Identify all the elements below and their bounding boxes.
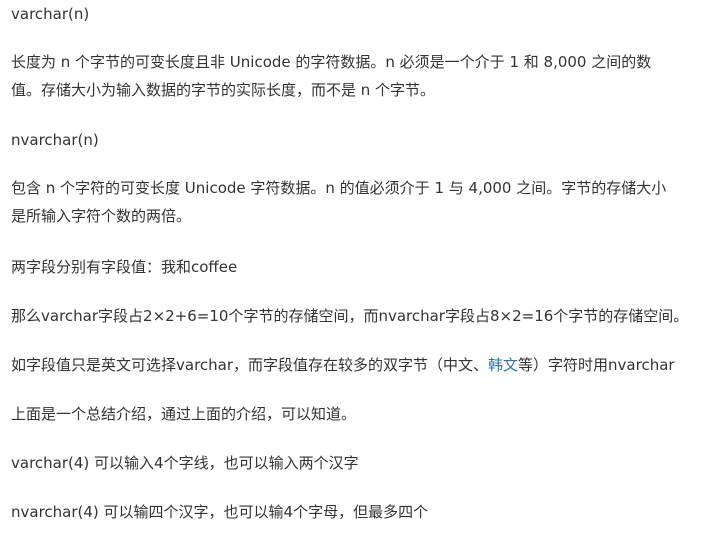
paragraph-text: 如字段值只是英文可选择varchar，而字段值存在较多的双字节（中文、 bbox=[11, 356, 489, 374]
heading-varchar: varchar(n) bbox=[11, 5, 90, 23]
paragraph-line: 值。存储大小为输入数据的字节的实际长度，而不是 n 个字节。 bbox=[11, 81, 436, 99]
paragraph-nvarchar-description: 包含 n 个字符的可变长度 Unicode 字符数据。n 的值必须介于 1 与 … bbox=[11, 174, 666, 230]
paragraph-field-values: 两字段分别有字段值：我和coffee bbox=[11, 258, 238, 276]
paragraph-line: 包含 n 个字符的可变长度 Unicode 字符数据。n 的值必须介于 1 与 … bbox=[11, 179, 667, 197]
paragraph-nvarchar4: nvarchar(4) 可以输四个汉字，也可以输4个字母，但最多四个 bbox=[11, 503, 429, 521]
paragraph-summary: 上面是一个总结介绍，通过上面的介绍，可以知道。 bbox=[11, 405, 357, 423]
paragraph-line: 是所输入字符个数的两倍。 bbox=[11, 207, 192, 225]
heading-nvarchar: nvarchar(n) bbox=[11, 131, 99, 149]
article-content: varchar(n) 长度为 n 个字节的可变长度且非 Unicode 的字符数… bbox=[0, 0, 721, 535]
paragraph-text: 等）字符时用nvarchar bbox=[518, 356, 675, 374]
paragraph-varchar4: varchar(4) 可以输入4个字线，也可以输入两个汉字 bbox=[11, 454, 359, 472]
paragraph-storage-comparison: 那么varchar字段占2×2+6=10个字节的存储空间，而nvarchar字段… bbox=[11, 307, 689, 325]
paragraph-varchar-description: 长度为 n 个字节的可变长度且非 Unicode 的字符数据。n 必须是一个介于… bbox=[11, 48, 651, 104]
paragraph-usage-advice: 如字段值只是英文可选择varchar，而字段值存在较多的双字节（中文、韩文等）字… bbox=[11, 351, 675, 379]
paragraph-line: 长度为 n 个字节的可变长度且非 Unicode 的字符数据。n 必须是一个介于… bbox=[11, 53, 652, 71]
korean-link[interactable]: 韩文 bbox=[488, 356, 518, 374]
